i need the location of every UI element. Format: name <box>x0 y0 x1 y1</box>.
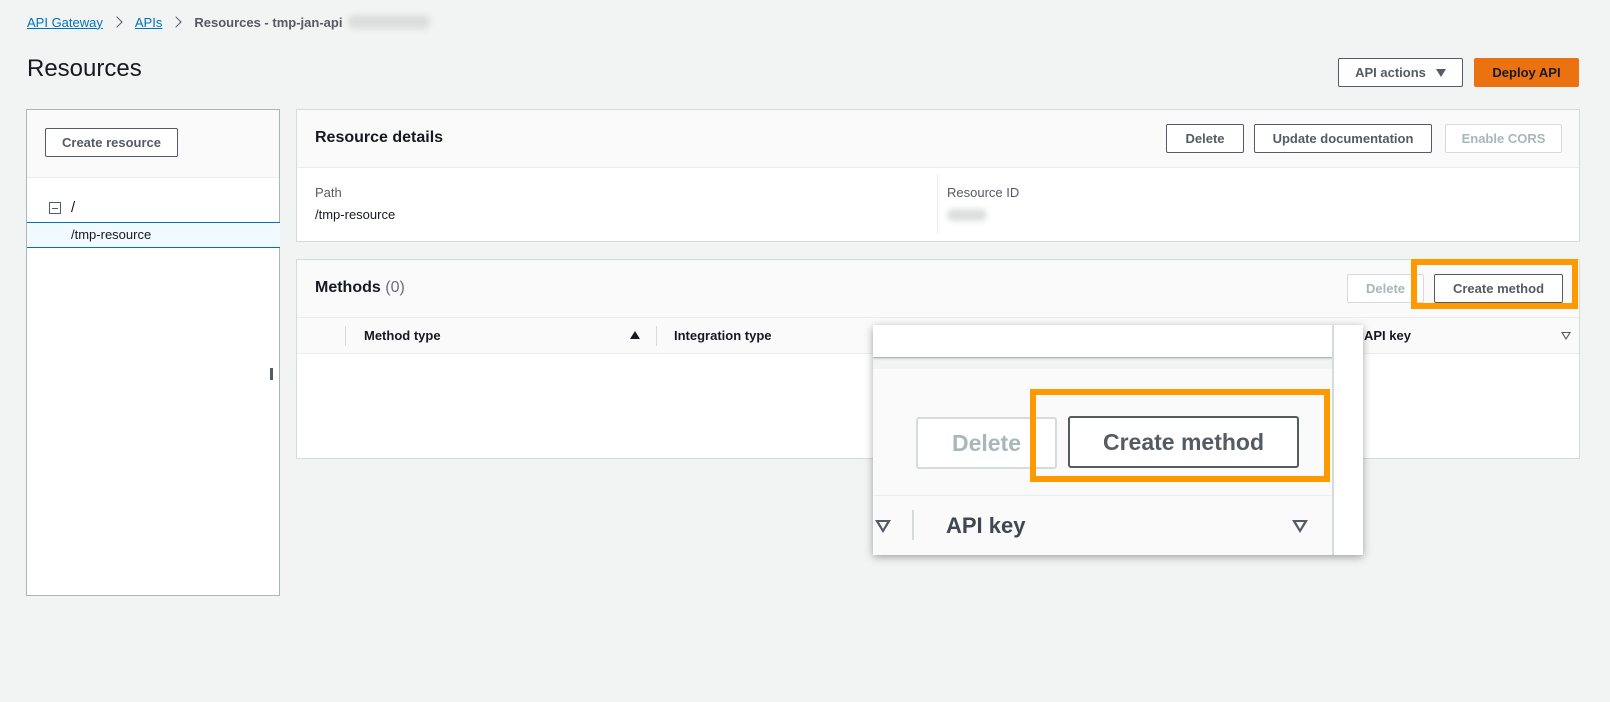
highlight-create-method <box>1411 259 1578 309</box>
tree-root-label: / <box>71 199 76 216</box>
sort-icon[interactable] <box>1561 332 1571 340</box>
zoom-sort-icon-2 <box>1292 520 1308 533</box>
methods-count: (0) <box>385 279 405 296</box>
enable-cors-button[interactable]: Enable CORS <box>1445 124 1562 153</box>
breadcrumb-api-gateway[interactable]: API Gateway <box>27 15 103 30</box>
zoom-callout: Delete Create method API key <box>873 325 1363 555</box>
collapse-icon[interactable] <box>49 201 61 214</box>
delete-resource-button[interactable]: Delete <box>1166 124 1244 153</box>
path-value: /tmp-resource <box>315 207 396 222</box>
column-api-key[interactable]: API key <box>1364 328 1411 343</box>
zoom-table-header: API key <box>873 495 1332 555</box>
tree-root-node[interactable]: / <box>49 199 75 216</box>
column-divider <box>937 174 938 234</box>
api-actions-button[interactable]: API actions <box>1338 58 1463 87</box>
zoom-api-key-label: API key <box>946 513 1026 538</box>
create-resource-button[interactable]: Create resource <box>45 128 178 157</box>
panel-resize-handle[interactable] <box>270 368 273 380</box>
methods-title: Methods (0) <box>315 279 405 297</box>
api-actions-label: API actions <box>1355 65 1426 80</box>
caret-down-icon <box>1435 68 1446 77</box>
deploy-api-button[interactable]: Deploy API <box>1474 58 1579 87</box>
breadcrumb-apis[interactable]: APIs <box>135 15 162 30</box>
chevron-right-icon <box>170 16 183 28</box>
column-separator <box>656 326 657 346</box>
breadcrumb-current: Resources - tmp-jan-api <box>194 14 343 30</box>
methods-header: Methods (0) Delete Create method <box>297 260 1579 318</box>
tree-node-tmp-resource[interactable]: /tmp-resource <box>27 222 280 248</box>
column-integration-type[interactable]: Integration type <box>674 328 772 343</box>
zoom-right-strip <box>1334 325 1363 555</box>
zoom-highlight <box>1030 389 1330 482</box>
resource-details-title: Resource details <box>315 129 444 146</box>
redacted-resource-id <box>947 209 987 221</box>
sort-ascending-icon[interactable] <box>630 331 640 339</box>
zoom-column-separator <box>912 510 914 540</box>
breadcrumb: API Gateway APIs Resources - tmp-jan-api <box>27 13 431 31</box>
zoom-sort-icon <box>875 520 891 533</box>
zoom-top-bar <box>873 325 1332 358</box>
page-title: Resources <box>27 55 142 82</box>
resource-id-label: Resource ID <box>947 185 1020 200</box>
methods-title-text: Methods <box>315 279 381 296</box>
update-documentation-button[interactable]: Update documentation <box>1254 124 1432 153</box>
path-label: Path <box>315 185 342 200</box>
column-separator <box>345 326 346 346</box>
resource-tree-panel: Create resource / /tmp-resource <box>26 109 280 596</box>
chevron-right-icon <box>111 16 123 28</box>
resource-details-card: Resource details Delete Update documenta… <box>296 109 1580 242</box>
column-method-type[interactable]: Method type <box>364 328 441 343</box>
redacted-api-id <box>348 15 431 29</box>
resource-details-header: Resource details Delete Update documenta… <box>297 110 1579 168</box>
resource-tree-header: Create resource <box>27 110 279 178</box>
